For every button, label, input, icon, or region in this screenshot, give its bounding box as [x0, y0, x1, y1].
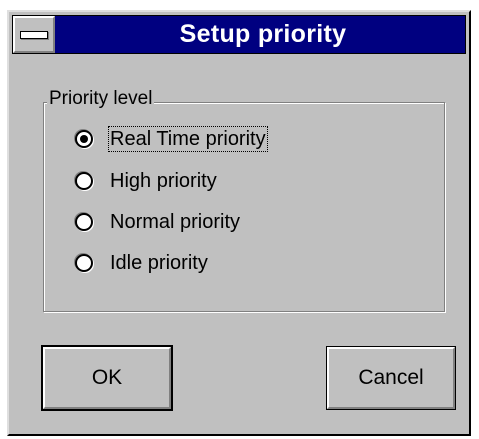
- radio-label-high[interactable]: High priority: [109, 169, 218, 193]
- system-menu-button[interactable]: [13, 16, 55, 53]
- system-menu-icon: [20, 31, 48, 39]
- radio-label-real-time[interactable]: Real Time priority: [108, 126, 268, 152]
- radio-button[interactable]: [75, 254, 93, 272]
- radio-button-checked[interactable]: [75, 130, 93, 148]
- ok-button[interactable]: OK: [41, 345, 173, 411]
- radio-label-idle[interactable]: Idle priority: [109, 251, 209, 275]
- cancel-button[interactable]: Cancel: [326, 346, 456, 410]
- window-title: Setup priority: [179, 20, 347, 48]
- radio-button[interactable]: [75, 172, 93, 190]
- radio-normal-priority[interactable]: Normal priority: [75, 208, 241, 236]
- title-bar: Setup priority: [12, 15, 466, 54]
- setup-priority-dialog: Setup priority Priority level Real Time …: [7, 10, 471, 436]
- radio-button[interactable]: [75, 213, 93, 231]
- radio-real-time-priority[interactable]: Real Time priority: [75, 125, 268, 153]
- radio-idle-priority[interactable]: Idle priority: [75, 249, 209, 277]
- priority-level-group-label: Priority level: [47, 88, 155, 110]
- radio-high-priority[interactable]: High priority: [75, 167, 218, 195]
- radio-label-normal[interactable]: Normal priority: [109, 210, 241, 234]
